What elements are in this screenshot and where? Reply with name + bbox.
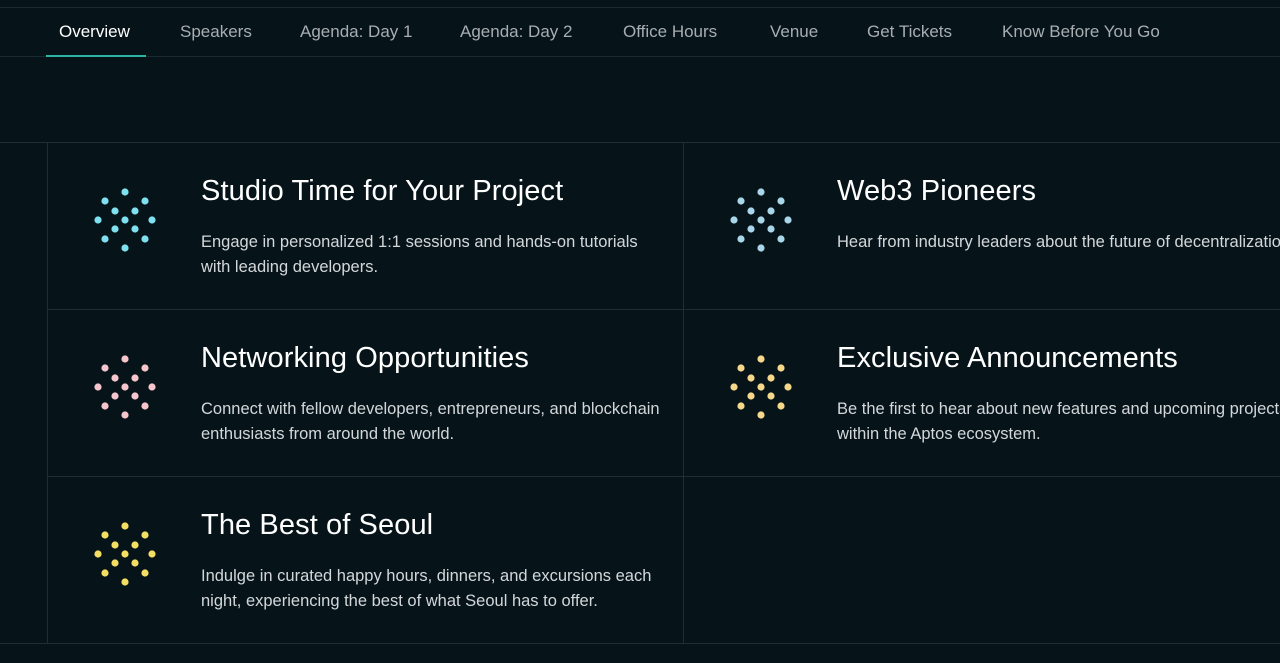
- dot: [747, 374, 755, 382]
- dot: [111, 559, 119, 567]
- dot: [141, 197, 149, 205]
- feature-card: Exclusive Announcements Be the first to …: [684, 309, 1280, 475]
- dot: [737, 364, 745, 372]
- grid-divider: [0, 643, 1280, 644]
- section-nav: Overview Speakers Agenda: Day 1 Agenda: …: [0, 8, 1280, 57]
- tab-agenda-day-1[interactable]: Agenda: Day 1: [300, 8, 412, 56]
- dot: [757, 188, 765, 196]
- dot: [121, 550, 129, 558]
- dot: [777, 235, 785, 243]
- dot: [757, 411, 765, 419]
- dot: [730, 216, 738, 224]
- dot: [111, 207, 119, 215]
- feature-card: Studio Time for Your Project Engage in p…: [48, 142, 683, 308]
- dot: [737, 402, 745, 410]
- dot: [94, 383, 102, 391]
- dot: [757, 244, 765, 252]
- feature-card: Networking Opportunities Connect with fe…: [48, 309, 683, 475]
- feature-description: Indulge in curated happy hours, dinners,…: [201, 567, 652, 610]
- feature-title: Networking Opportunities: [201, 342, 529, 374]
- feature-description: Engage in personalized 1:1 sessions and …: [201, 233, 638, 276]
- dot: [737, 235, 745, 243]
- feature-card: The Best of Seoul Indulge in curated hap…: [48, 476, 683, 642]
- dot: [141, 235, 149, 243]
- dot: [777, 364, 785, 372]
- dot: [757, 216, 765, 224]
- feature-description: Be the first to hear about new features …: [837, 400, 1280, 443]
- dot: [121, 522, 129, 530]
- dot: [101, 364, 109, 372]
- feature-description: Hear from industry leaders about the fut…: [837, 233, 1280, 251]
- dot: [131, 541, 139, 549]
- dot: [121, 216, 129, 224]
- tab-overview[interactable]: Overview: [59, 8, 130, 56]
- features-grid: Studio Time for Your Project Engage in p…: [0, 142, 1280, 644]
- dot: [131, 207, 139, 215]
- feature-title: Exclusive Announcements: [837, 342, 1178, 374]
- dot: [111, 541, 119, 549]
- active-tab-indicator: [46, 55, 146, 57]
- tab-venue[interactable]: Venue: [770, 8, 818, 56]
- dot: [747, 225, 755, 233]
- dot: [148, 550, 156, 558]
- dot: [777, 197, 785, 205]
- dot: [777, 402, 785, 410]
- dot: [101, 197, 109, 205]
- dot: [121, 383, 129, 391]
- dot: [737, 197, 745, 205]
- dot: [747, 392, 755, 400]
- dot: [121, 411, 129, 419]
- tab-agenda-day-2[interactable]: Agenda: Day 2: [460, 8, 572, 56]
- dot: [121, 244, 129, 252]
- dot: [131, 225, 139, 233]
- dot: [767, 207, 775, 215]
- tab-office-hours[interactable]: Office Hours: [623, 8, 717, 56]
- dot: [784, 216, 792, 224]
- dot: [757, 383, 765, 391]
- dot: [121, 188, 129, 196]
- dot-pattern-icon: [94, 188, 156, 252]
- dot: [148, 383, 156, 391]
- dot: [94, 216, 102, 224]
- dot: [121, 355, 129, 363]
- tab-get-tickets[interactable]: Get Tickets: [867, 8, 952, 56]
- dot: [131, 392, 139, 400]
- dot-pattern-icon: [730, 188, 792, 252]
- dot-pattern-icon: [730, 355, 792, 419]
- dot: [111, 225, 119, 233]
- dot: [111, 374, 119, 382]
- dot: [131, 374, 139, 382]
- dot: [101, 531, 109, 539]
- dot: [757, 355, 765, 363]
- dot-pattern-icon: [94, 355, 156, 419]
- dot: [730, 383, 738, 391]
- dot: [747, 207, 755, 215]
- feature-title: Studio Time for Your Project: [201, 175, 564, 207]
- dot: [101, 402, 109, 410]
- dot: [101, 569, 109, 577]
- dot: [767, 392, 775, 400]
- dot: [94, 550, 102, 558]
- dot-pattern-icon: [94, 522, 156, 586]
- dot: [767, 374, 775, 382]
- dot: [148, 216, 156, 224]
- feature-card: Web3 Pioneers Hear from industry leaders…: [684, 142, 1280, 308]
- dot: [141, 569, 149, 577]
- dot: [121, 578, 129, 586]
- feature-title: Web3 Pioneers: [837, 175, 1037, 207]
- dot: [111, 392, 119, 400]
- dot: [101, 235, 109, 243]
- dot: [141, 531, 149, 539]
- dot: [784, 383, 792, 391]
- feature-title: The Best of Seoul: [201, 509, 434, 541]
- dot: [141, 364, 149, 372]
- tab-speakers[interactable]: Speakers: [180, 8, 252, 56]
- dot: [767, 225, 775, 233]
- feature-description: Connect with fellow developers, entrepre…: [201, 400, 660, 443]
- dot: [131, 559, 139, 567]
- tab-know-before-you-go[interactable]: Know Before You Go: [1002, 8, 1160, 56]
- dot: [141, 402, 149, 410]
